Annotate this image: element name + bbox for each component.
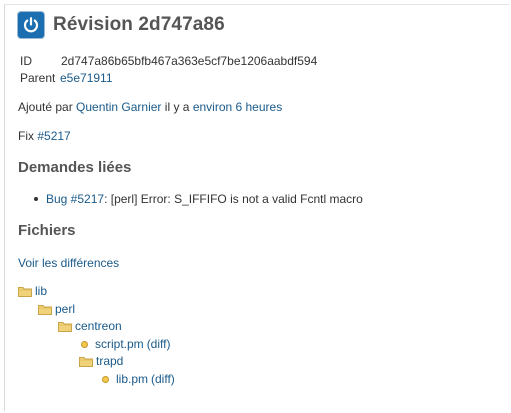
id-label: ID xyxy=(20,54,32,68)
tree-node-label[interactable]: lib xyxy=(35,284,47,298)
related-issues-heading: Demandes liées xyxy=(18,159,132,176)
list-item: Bug #5217: [perl] Error: S_IFFIFO is not… xyxy=(34,192,363,206)
tree-node-lib[interactable]: lib xyxy=(18,284,47,298)
parent-link[interactable]: e5e71911 xyxy=(60,70,113,87)
tree-node-trapd[interactable]: trapd xyxy=(79,354,123,368)
tree-node-perl[interactable]: perl xyxy=(38,302,75,316)
tree-node-label[interactable]: lib.pm xyxy=(116,372,148,386)
fix-issue-link[interactable]: #5217 xyxy=(37,129,70,143)
added-line: Ajouté par Quentin Garnier il y a enviro… xyxy=(18,100,282,114)
tree-node-lib-pm: lib.pm (diff) xyxy=(102,372,175,386)
revision-meta: ID 2d747a86b65bfb467a363e5cf7be1206aabdf… xyxy=(20,53,317,87)
tree-node-label[interactable]: centreon xyxy=(75,319,122,333)
folder-icon xyxy=(38,304,52,315)
tree-node-centreon[interactable]: centreon xyxy=(58,319,122,333)
folder-icon xyxy=(79,356,93,367)
added-middle: il y a xyxy=(164,100,190,114)
tree-node-label[interactable]: perl xyxy=(55,302,75,316)
folder-icon xyxy=(18,286,32,297)
related-issue-link[interactable]: Bug #5217 xyxy=(46,192,104,206)
id-value: 2d747a86b65bfb467a363e5cf7be1206aabdf594 xyxy=(61,54,318,68)
bullet-icon xyxy=(34,197,38,201)
files-heading: Fichiers xyxy=(18,222,76,239)
parent-label: Parent xyxy=(20,71,56,85)
diff-link[interactable]: (diff) xyxy=(151,372,175,386)
fix-line: Fix #5217 xyxy=(18,129,71,143)
power-icon xyxy=(23,17,39,33)
file-dot-icon xyxy=(102,375,109,383)
revision-header: Révision 2d747a86 xyxy=(18,12,225,38)
author-link[interactable]: Quentin Garnier xyxy=(76,100,161,114)
tree-node-label[interactable]: script.pm xyxy=(95,337,144,351)
related-issue-text: : [perl] Error: S_IFFIFO is not a valid … xyxy=(104,192,363,206)
tree-node-script-pm: script.pm (diff) xyxy=(81,337,170,351)
folder-icon xyxy=(58,321,72,332)
diff-link[interactable]: (diff) xyxy=(147,337,171,351)
time-link[interactable]: environ 6 heures xyxy=(193,100,282,114)
added-prefix: Ajouté par xyxy=(18,100,73,114)
fix-prefix: Fix xyxy=(18,129,34,143)
view-diff-link[interactable]: Voir les différences xyxy=(18,256,119,270)
avatar xyxy=(18,12,44,38)
tree-node-label[interactable]: trapd xyxy=(96,354,123,368)
file-dot-icon xyxy=(81,340,88,348)
page-title: Révision 2d747a86 xyxy=(53,14,225,35)
